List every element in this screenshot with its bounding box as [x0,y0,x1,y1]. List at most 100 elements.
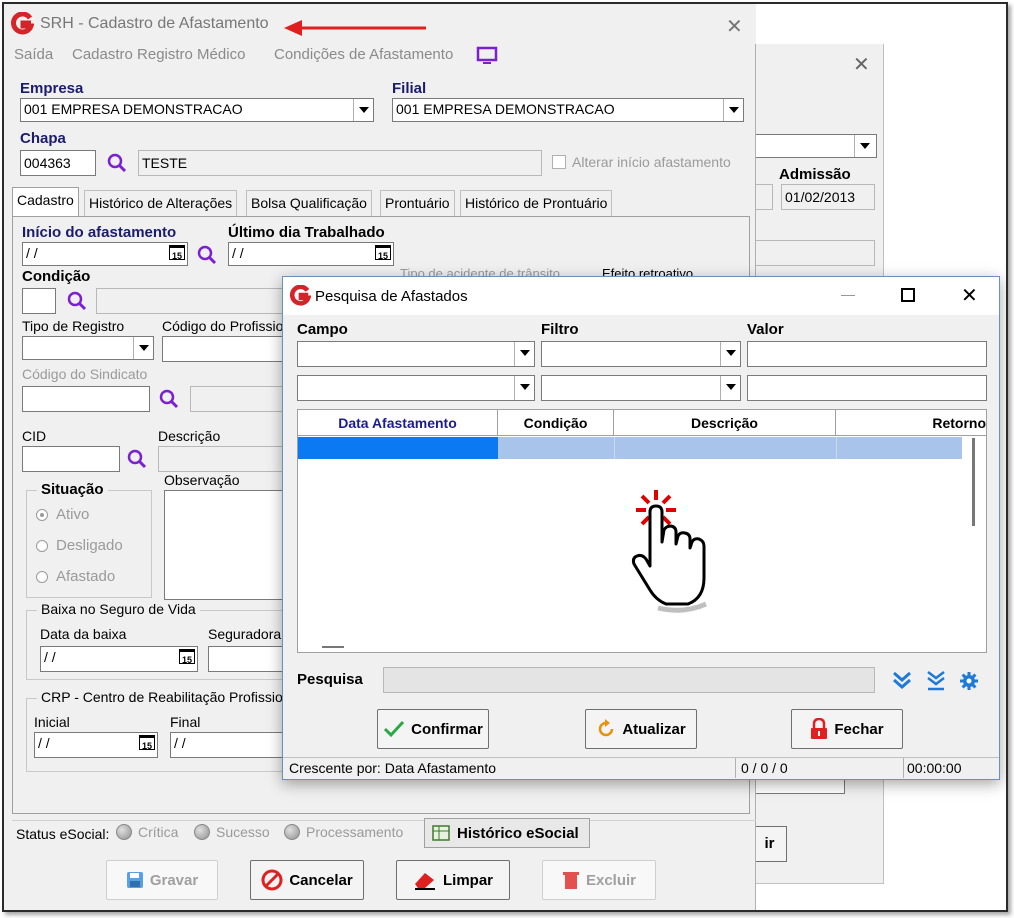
dialog-title: Pesquisa de Afastados [315,288,468,305]
status-processamento-label: Processamento [306,824,404,840]
radio-ativo[interactable]: Ativo [36,506,89,523]
baixa-seguro-label: Baixa no Seguro de Vida [37,601,200,617]
horizontal-scrollbar[interactable] [322,646,344,648]
condicao-label: Condição [22,268,91,285]
chapa-search-icon[interactable] [106,152,128,174]
menu-condicoes-afastamento[interactable]: Condições de Afastamento [274,46,453,63]
column-retorno[interactable]: Retorno [836,410,986,436]
fechar-label: Fechar [834,720,884,738]
status-time: 00:00:00 [907,760,962,776]
fechar-button[interactable]: Fechar [791,709,903,749]
pesquisa-input[interactable] [383,667,875,693]
tab-historico-prontuario[interactable]: Histórico de Prontuário [460,190,613,216]
selected-cell[interactable] [298,437,498,459]
inicial-label: Inicial [34,714,70,730]
row-divider [614,437,615,459]
alterar-inicio-label: Alterar início afastamento [572,154,731,170]
dialog-close-icon[interactable]: ✕ [961,283,978,308]
cid-input[interactable] [22,446,120,472]
monitor-icon[interactable] [476,46,498,66]
filial-label: Filial [392,80,427,97]
condicao-search-icon[interactable] [66,290,88,312]
codigo-sindicato-input[interactable] [22,386,150,412]
row-divider [836,437,837,459]
filtro-select-1[interactable] [541,341,741,367]
filial-select[interactable]: 001 EMPRESA DEMONSTRACAO [392,98,744,122]
cancelar-label: Cancelar [289,871,353,889]
chapa-input[interactable]: 004363 [20,150,96,176]
calendar-icon[interactable]: 15 [139,735,155,751]
column-data-afastamento[interactable]: Data Afastamento [298,410,498,436]
save-icon [126,872,143,888]
condicao-desc-field [96,288,286,314]
tab-historico-alteracoes[interactable]: Histórico de Alterações [84,190,238,216]
codigo-profissional-input[interactable] [162,336,286,362]
tipo-registro-select[interactable] [22,336,154,360]
background-button[interactable]: ir [753,826,787,862]
inicio-search-icon[interactable] [196,244,218,266]
screenshot-frame: ✕ Admissão 01/02/2013 ir SRH - Cadastro … [2,2,1008,912]
atualizar-button[interactable]: Atualizar [585,709,697,749]
alterar-inicio-checkbox[interactable] [552,155,566,169]
empresa-select-value: 001 EMPRESA DEMONSTRACAO [24,101,243,117]
cid-search-icon[interactable] [126,448,148,470]
atualizar-label: Atualizar [622,720,686,738]
calendar-icon[interactable]: 15 [375,245,391,261]
background-window-close-icon[interactable]: ✕ [853,52,870,77]
campo-select-2[interactable] [297,375,535,401]
campo-select-1[interactable] [297,341,535,367]
menu-cadastro-registro-medico[interactable]: Cadastro Registro Médico [72,46,245,63]
seguradora-input[interactable] [208,646,286,672]
gravar-label: Gravar [149,871,199,889]
radio-ativo-label: Ativo [56,506,90,523]
confirmar-button[interactable]: Confirmar [377,709,489,749]
app-logo-icon [11,12,34,35]
condicao-input[interactable] [22,288,56,314]
expand-down-icon[interactable] [891,669,913,691]
excluir-button[interactable]: Excluir [542,860,656,900]
cid-label: CID [22,428,47,444]
radio-desligado[interactable]: Desligado [36,537,123,554]
ultimo-dia-input[interactable]: / / 15 [228,242,394,266]
column-condicao[interactable]: Condição [498,410,614,436]
background-combo[interactable] [753,134,877,158]
final-input[interactable]: / / [170,732,286,758]
results-grid[interactable]: Data Afastamento Condição Descrição Reto… [297,409,987,653]
empresa-select[interactable]: 001 EMPRESA DEMONSTRACAO [20,98,374,122]
calendar-icon[interactable]: 15 [169,245,185,261]
tab-cadastro[interactable]: Cadastro [12,187,79,217]
inicial-input[interactable]: / / 15 [34,732,158,758]
inicio-afastamento-input[interactable]: / / 15 [22,242,188,266]
status-divider [903,758,904,778]
data-baixa-input[interactable]: / / 15 [40,646,198,672]
dialog-maximize-icon[interactable] [901,288,915,302]
gear-icon[interactable] [959,671,979,691]
tab-prontuario[interactable]: Prontuário [380,190,455,216]
calendar-icon[interactable]: 15 [179,649,195,665]
gravar-button[interactable]: Gravar [106,860,218,900]
filtro-select-2[interactable] [541,375,741,401]
radio-afastado-dot [36,570,48,583]
valor-input-2[interactable] [747,375,987,401]
table-row[interactable] [298,437,962,459]
historico-esocial-button[interactable]: Histórico eSocial [424,818,590,848]
vertical-scrollbar[interactable] [972,438,975,526]
valor-input-1[interactable] [747,341,987,367]
column-descricao[interactable]: Descrição [614,410,836,436]
expand-bottom-icon[interactable] [925,669,947,691]
limpar-button[interactable]: Limpar [396,860,510,900]
status-counts: 0 / 0 / 0 [741,760,788,776]
observacao-textarea[interactable] [164,490,286,600]
sindicato-search-icon[interactable] [158,388,180,410]
menu-saida[interactable]: Saída [14,46,53,63]
dialog-minimize-icon[interactable] [841,295,855,296]
excluir-label: Excluir [585,871,637,889]
tab-bolsa-qualificacao[interactable]: Bolsa Qualificação [246,190,372,216]
status-sucesso: Sucesso [194,824,270,840]
cancelar-button[interactable]: Cancelar [250,860,364,900]
dialog-title-bar: Pesquisa de Afastados ✕ [283,277,999,315]
ultimo-dia-value: / / [232,245,244,261]
main-close-icon[interactable]: ✕ [726,14,743,39]
radio-afastado[interactable]: Afastado [36,568,115,585]
check-icon [384,720,405,738]
